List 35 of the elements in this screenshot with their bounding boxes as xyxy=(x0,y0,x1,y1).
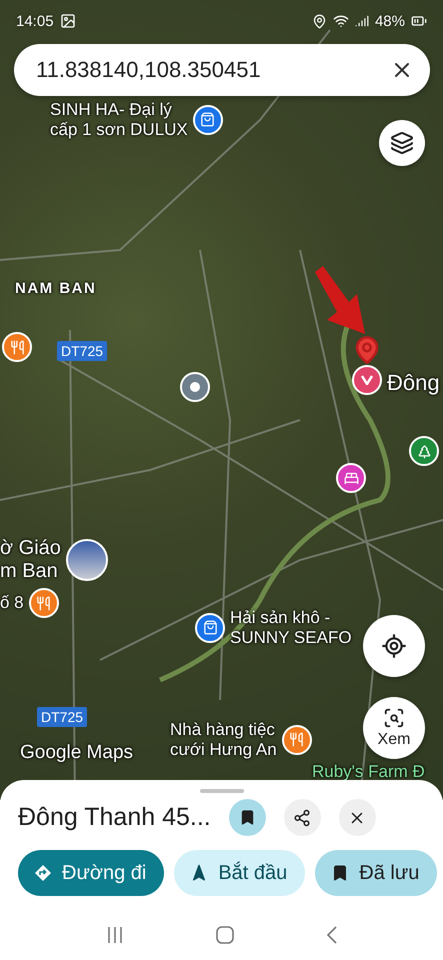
drag-handle[interactable] xyxy=(200,789,244,793)
crosshair-icon xyxy=(381,633,407,659)
place-title: Đông Thanh 45... xyxy=(18,803,211,832)
pointer-arrow-drawing xyxy=(313,266,367,336)
search-field[interactable]: 11.838140,108.350451 xyxy=(14,44,430,96)
start-button[interactable]: Bắt đầu xyxy=(174,850,306,896)
share-button[interactable] xyxy=(284,799,321,836)
layers-icon xyxy=(390,131,414,155)
gallery-notification-icon xyxy=(60,13,76,29)
close-button[interactable] xyxy=(338,799,376,836)
recent-apps-icon[interactable] xyxy=(106,926,124,944)
map-label: Đông xyxy=(387,370,440,395)
back-icon[interactable] xyxy=(326,925,338,945)
map-label: ờ Giáo m Ban xyxy=(0,537,61,583)
map-label: SINH HA- Đại lý cấp 1 sơn DULUX xyxy=(50,100,188,140)
road-shield: DT725 xyxy=(37,707,88,727)
save-button[interactable] xyxy=(228,799,266,836)
google-maps-logo: Google Maps xyxy=(20,742,134,764)
road-shield: DT725 xyxy=(57,341,108,361)
wifi-icon xyxy=(332,13,349,29)
map-label: Nhà hàng tiệc cưới Hưng An xyxy=(170,720,277,760)
directions-icon xyxy=(34,864,52,882)
map-label: Hải sản khô - SUNNY SEAFO xyxy=(230,608,352,648)
map-label: Ruby's Farm Đ xyxy=(312,762,425,782)
camera-scan-icon xyxy=(383,707,405,729)
status-time: 14:05 xyxy=(16,12,54,30)
map-label: NAM BAN xyxy=(15,280,96,298)
location-icon xyxy=(312,14,327,28)
battery-percentage: 48% xyxy=(374,12,405,30)
map-label: ố 8 xyxy=(0,593,24,613)
home-icon[interactable] xyxy=(214,925,234,945)
directions-button[interactable]: Đường đi xyxy=(18,850,164,896)
saved-button[interactable]: Đã lưu xyxy=(315,850,438,896)
share-icon xyxy=(293,808,312,826)
signal-icon xyxy=(354,14,369,28)
